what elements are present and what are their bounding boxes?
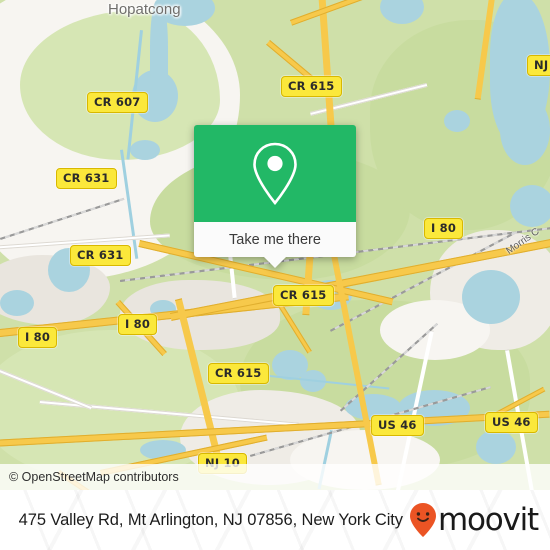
road-shield: CR 631 <box>70 245 131 266</box>
map-canvas[interactable]: Hopatcong CR 607 CR 615 NJ CR 631 CR 631 I 80… <box>0 0 550 490</box>
road-shield: CR 615 <box>208 363 269 384</box>
take-me-there-button[interactable]: Take me there <box>194 222 356 268</box>
popup-pointer <box>264 257 286 268</box>
map-water-18 <box>0 290 34 316</box>
map-water-3 <box>130 140 160 160</box>
moovit-logo[interactable]: moovit <box>409 501 539 538</box>
map-water-9 <box>462 270 520 324</box>
road-shield: I 80 <box>18 327 58 348</box>
take-me-there-label: Take me there <box>229 231 321 248</box>
map-screenshot: Hopatcong CR 607 CR 615 NJ CR 631 CR 631 I 80… <box>0 0 550 550</box>
location-popup-card[interactable]: Take me there <box>194 125 356 268</box>
road-shield: I 80 <box>424 218 464 239</box>
footer-bar: 475 Valley Rd, Mt Arlington, NJ 07856, N… <box>0 490 550 550</box>
map-water-16 <box>476 430 516 464</box>
road-shield: US 46 <box>485 412 538 433</box>
map-attribution-bar: © OpenStreetMap contributors <box>0 464 550 490</box>
road-shield: CR 615 <box>281 76 342 97</box>
road-shield: US 46 <box>371 415 424 436</box>
map-place-label: Hopatcong <box>108 1 181 18</box>
map-water-10 <box>510 185 550 227</box>
openstreetmap-attribution[interactable]: © OpenStreetMap contributors <box>0 470 179 484</box>
address-text: 475 Valley Rd, Mt Arlington, NJ 07856, N… <box>18 510 403 529</box>
popup-pin-panel <box>194 125 356 222</box>
road-shield: CR 631 <box>56 168 117 189</box>
map-water-4 <box>150 0 168 120</box>
moovit-wordmark: moovit <box>437 501 539 538</box>
road-shield: CR 607 <box>87 92 148 113</box>
map-water-8 <box>444 110 470 132</box>
location-pin-icon <box>253 142 297 205</box>
road-shield: NJ <box>527 55 550 76</box>
road-shield: I 80 <box>118 314 158 335</box>
road-shield: CR 615 <box>273 285 334 306</box>
moovit-pin-icon <box>409 503 436 537</box>
